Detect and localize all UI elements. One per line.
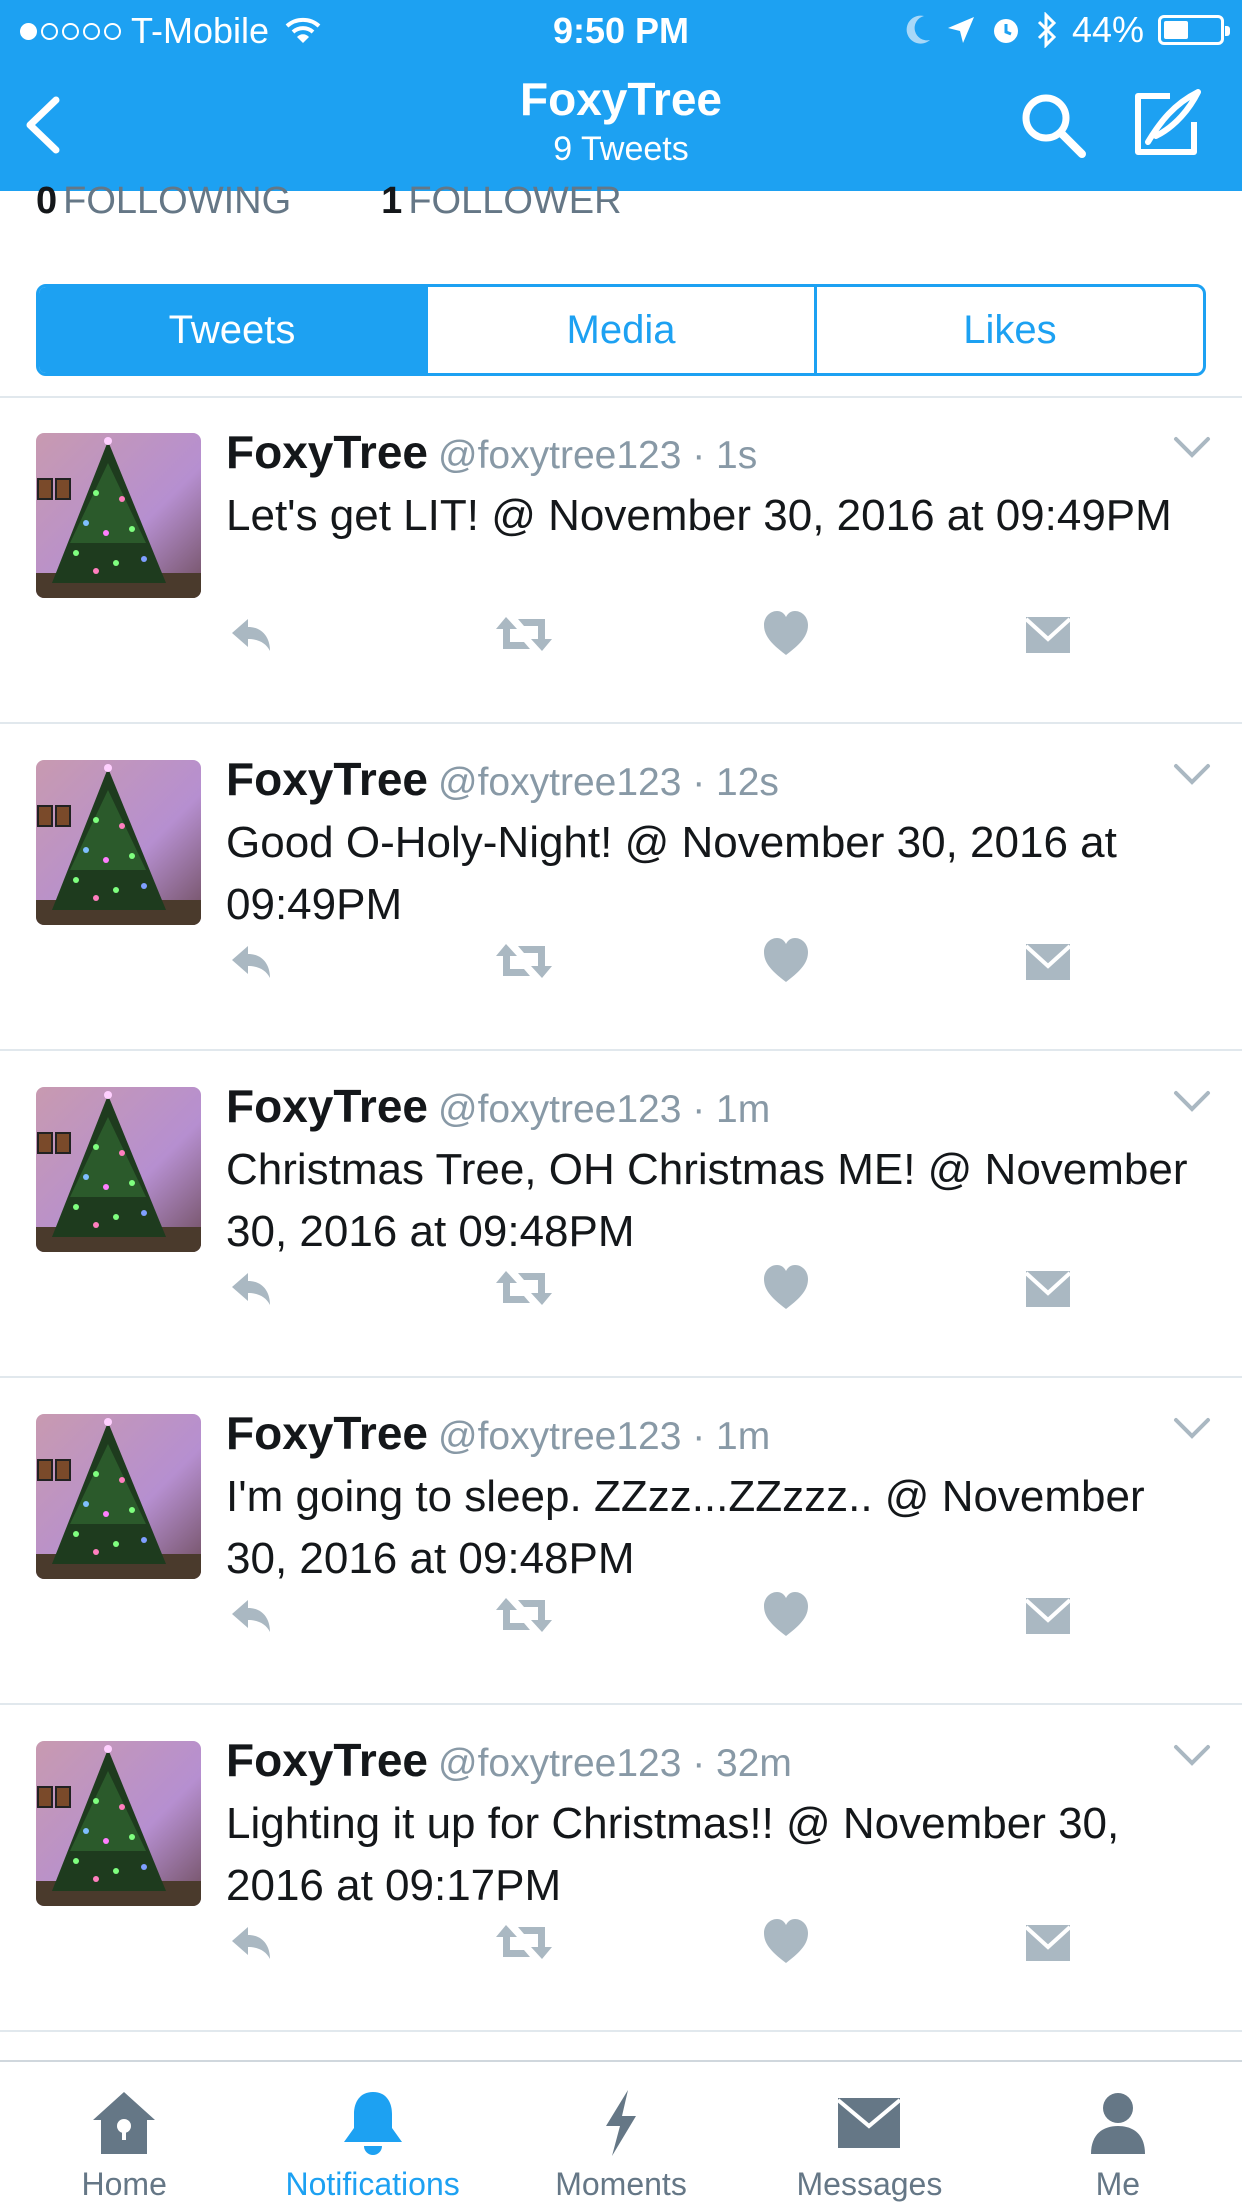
lightning-icon — [606, 2090, 637, 2156]
tab-moments[interactable]: Moments — [497, 2062, 745, 2208]
heart-icon[interactable] — [762, 609, 810, 659]
followers-link[interactable]: 1 FOLLOWER — [381, 180, 621, 223]
tweet-text: Let's get LIT! @ November 30, 2016 at 09… — [226, 491, 1172, 540]
tweet[interactable]: FoxyTree @foxytree123 · 12s Good O-Holy-N… — [0, 724, 1242, 1051]
envelope-icon[interactable] — [1024, 936, 1072, 986]
tab-home[interactable]: Home — [0, 2062, 248, 2208]
tab-notifications[interactable]: Notifications — [248, 2062, 496, 2208]
tab-messages-label: Messages — [796, 2166, 943, 2202]
bell-icon — [343, 2092, 402, 2155]
tweet[interactable]: FoxyTree @foxytree123 · 1s Let's get LIT!… — [0, 397, 1242, 724]
tweet-meta: @foxytree123 · 32m — [438, 1742, 792, 1785]
battery-icon — [1158, 15, 1230, 45]
tab-me[interactable]: Me — [994, 2062, 1242, 2208]
avatar[interactable] — [36, 1087, 201, 1252]
tweet-text: I'm going to sleep. ZZzz...ZZzzz.. @ Nov… — [226, 1472, 1145, 1583]
status-right: 44% — [904, 9, 1230, 51]
envelope-icon[interactable] — [1024, 1917, 1072, 1967]
avatar[interactable] — [36, 760, 201, 925]
avatar[interactable] — [36, 433, 201, 598]
tweet-author-name[interactable]: FoxyTree — [226, 426, 428, 478]
chevron-down-icon[interactable] — [1172, 1087, 1212, 1115]
tweet-meta: @foxytree123 · 1m — [438, 1415, 771, 1458]
tweet[interactable]: FoxyTree @foxytree123 · 1m I'm going to s… — [0, 1378, 1242, 1705]
envelope-icon[interactable] — [1024, 1263, 1072, 1313]
tweet-actions — [226, 1917, 1126, 1977]
tweet-header: FoxyTree @foxytree123 · 1m — [226, 1406, 770, 1460]
status-bar: T-Mobile 9:50 PM 44% — [0, 0, 1242, 60]
reply-icon[interactable] — [226, 1917, 276, 1967]
profile-counts: 0 FOLLOWING 1 FOLLOWER — [36, 180, 622, 223]
heart-icon[interactable] — [762, 1590, 810, 1640]
heart-icon[interactable] — [762, 1263, 810, 1313]
chevron-down-icon[interactable] — [1172, 1741, 1212, 1769]
bottom-tab-bar: Home Notifications Moments Messages Me — [0, 2060, 1242, 2208]
chevron-down-icon[interactable] — [1172, 1414, 1212, 1442]
tab-tweets[interactable]: Tweets — [39, 287, 428, 373]
reply-icon[interactable] — [226, 609, 276, 659]
avatar[interactable] — [36, 1741, 201, 1906]
alarm-icon — [993, 19, 1018, 43]
tweet-text: Good O-Holy-Night! @ November 30, 2016 a… — [226, 818, 1117, 929]
profile-tabs: Tweets Media Likes — [36, 284, 1206, 376]
person-icon — [1090, 2093, 1145, 2154]
tweet-header: FoxyTree @foxytree123 · 12s — [226, 752, 779, 806]
reply-icon[interactable] — [226, 1263, 276, 1313]
chevron-down-icon[interactable] — [1172, 433, 1212, 461]
tweet-text: Lighting it up for Christmas!! @ Novembe… — [226, 1799, 1120, 1910]
tweet-author-name[interactable]: FoxyTree — [226, 1407, 428, 1459]
battery-percent: 44% — [1071, 9, 1144, 50]
compose-icon[interactable] — [1130, 86, 1202, 158]
tweet-text: Christmas Tree, OH Christmas ME! @ Novem… — [226, 1145, 1188, 1256]
moon-icon — [906, 15, 930, 44]
tweet-actions — [226, 936, 1126, 996]
tab-moments-label: Moments — [555, 2166, 687, 2202]
tweet-author-name[interactable]: FoxyTree — [226, 1080, 428, 1132]
tweet-header: FoxyTree @foxytree123 · 1s — [226, 425, 757, 479]
envelope-icon[interactable] — [1024, 609, 1072, 659]
top-bar: T-Mobile 9:50 PM 44% FoxyTree 9 Tweets — [0, 0, 1242, 191]
reply-icon[interactable] — [226, 1590, 276, 1640]
tab-notifications-label: Notifications — [285, 2166, 460, 2202]
chevron-down-icon[interactable] — [1172, 760, 1212, 788]
reply-icon[interactable] — [226, 936, 276, 986]
envelope-icon[interactable] — [1024, 1590, 1072, 1640]
tab-messages[interactable]: Messages — [745, 2062, 993, 2208]
retweet-icon[interactable] — [494, 1917, 554, 1967]
tweet-actions — [226, 609, 1126, 669]
tweet[interactable]: FoxyTree @foxytree123 · 1m Christmas Tree… — [0, 1051, 1242, 1378]
tab-media[interactable]: Media — [428, 287, 817, 373]
tweet-meta: @foxytree123 · 1s — [438, 434, 758, 477]
retweet-icon[interactable] — [494, 936, 554, 986]
tweet-author-name[interactable]: FoxyTree — [226, 753, 428, 805]
retweet-icon[interactable] — [494, 1590, 554, 1640]
home-icon — [93, 2092, 156, 2154]
tweet-actions — [226, 1263, 1126, 1323]
tweet-meta: @foxytree123 · 12s — [438, 761, 779, 804]
tweet-actions — [226, 1590, 1126, 1650]
avatar[interactable] — [36, 1414, 201, 1579]
location-arrow-icon — [947, 17, 974, 43]
tweet[interactable]: FoxyTree @foxytree123 · 32m Lighting it u… — [0, 1705, 1242, 2032]
tweet-header: FoxyTree @foxytree123 · 32m — [226, 1733, 792, 1787]
battery-fill — [1164, 21, 1188, 39]
following-link[interactable]: 0 FOLLOWING — [36, 180, 291, 223]
retweet-icon[interactable] — [494, 1263, 554, 1313]
tweet-author-name[interactable]: FoxyTree — [226, 1734, 428, 1786]
search-icon[interactable] — [1018, 90, 1088, 160]
tweet-meta: @foxytree123 · 1m — [438, 1088, 771, 1131]
heart-icon[interactable] — [762, 936, 810, 986]
nav-bar: FoxyTree 9 Tweets — [0, 60, 1242, 191]
tab-likes[interactable]: Likes — [817, 287, 1203, 373]
retweet-icon[interactable] — [494, 609, 554, 659]
tab-me-label: Me — [1095, 2166, 1141, 2202]
heart-icon[interactable] — [762, 1917, 810, 1967]
tab-home-label: Home — [81, 2166, 167, 2202]
bluetooth-icon — [1037, 12, 1057, 48]
tweet-header: FoxyTree @foxytree123 · 1m — [226, 1079, 770, 1133]
envelope-icon — [837, 2098, 902, 2148]
